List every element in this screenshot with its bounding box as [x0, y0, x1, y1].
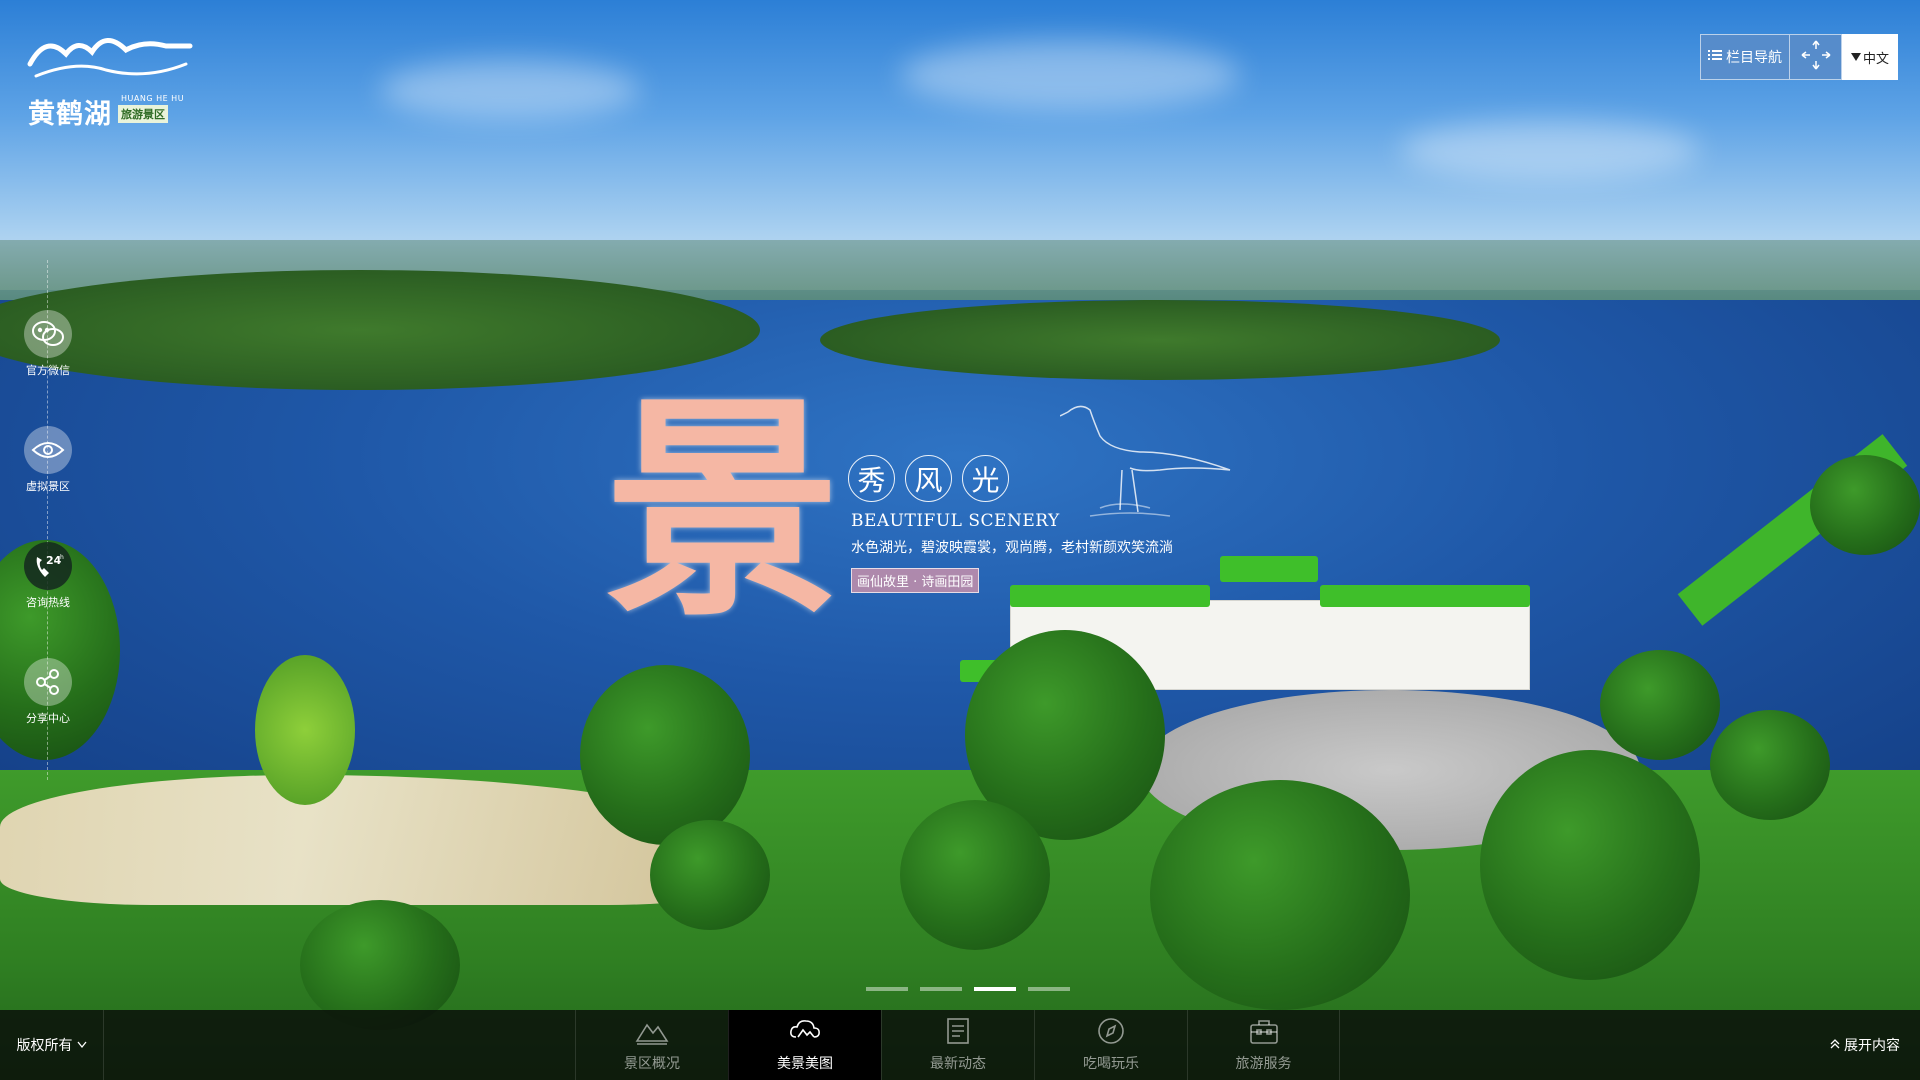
tab-scenic-photos[interactable]: 美景美图	[728, 1010, 881, 1080]
mountain-icon	[635, 1017, 669, 1049]
fullscreen-button[interactable]	[1790, 34, 1842, 80]
phone-24h-icon: 24 h	[24, 542, 72, 590]
sidebar-item-share[interactable]: 分享中心	[20, 658, 76, 726]
tree	[255, 655, 355, 805]
sidebar-item-label: 分享中心	[26, 712, 70, 725]
sidebar-item-label: 虚拟景区	[26, 480, 70, 493]
document-icon	[941, 1017, 975, 1049]
hero-en-title: BEAUTIFUL SCENERY	[851, 511, 1060, 531]
tab-travel-service[interactable]: 旅游服务	[1187, 1010, 1340, 1080]
tab-label: 吃喝玩乐	[1083, 1056, 1139, 1072]
heron-icon	[1060, 405, 1231, 517]
column-nav-label: 栏目导航	[1726, 50, 1782, 66]
island-center	[820, 300, 1500, 380]
building-roof	[1320, 585, 1530, 607]
cloud	[380, 60, 640, 120]
share-icon	[24, 658, 72, 706]
tree	[1480, 750, 1700, 980]
tab-food-fun[interactable]: 吃喝玩乐	[1034, 1010, 1187, 1080]
sidebar-item-wechat[interactable]: 官方微信	[20, 310, 76, 378]
logo-subtitle: 旅游景区	[118, 105, 168, 123]
hero-slogan: 水色湖光，碧波映霞裳，观尚腾，老村新颜欢笑流淌	[851, 540, 1173, 556]
compass-icon	[1094, 1017, 1128, 1049]
building-roof	[1010, 585, 1210, 607]
tab-label: 景区概况	[624, 1056, 680, 1072]
tab-latest-news[interactable]: 最新动态	[881, 1010, 1034, 1080]
tree	[1150, 780, 1410, 1010]
sidebar-item-hotline[interactable]: 24 h 咨询热线	[20, 542, 76, 610]
hero-ring-char: 光	[962, 455, 1009, 502]
copyright-toggle[interactable]: 版权所有	[0, 1010, 104, 1080]
cloud-landscape-icon	[788, 1017, 822, 1049]
language-label: 中文	[1862, 51, 1889, 67]
building-roof	[1220, 556, 1318, 582]
logo-name-en: HUANG HE HU	[121, 94, 185, 103]
carousel-indicators	[866, 987, 1070, 991]
sidebar-item-label: 官方微信	[26, 364, 70, 377]
wechat-icon	[24, 310, 72, 358]
top-nav: 栏目导航 中文	[1700, 34, 1898, 80]
sidebar-item-virtual-tour[interactable]: 虚拟景区	[20, 426, 76, 494]
tree	[1810, 455, 1920, 555]
tree	[1600, 650, 1720, 760]
tab-label: 最新动态	[930, 1056, 986, 1072]
logo-name-cn: 黄鹤湖	[28, 99, 112, 130]
cloud	[1400, 120, 1700, 180]
arrows-expand-icon	[1798, 37, 1834, 77]
tab-label: 美景美图	[777, 1056, 833, 1072]
hero-tag: 画仙故里 · 诗画田园	[851, 568, 980, 593]
copyright-label: 版权所有	[16, 1038, 73, 1054]
column-nav-button[interactable]: 栏目导航	[1700, 34, 1790, 80]
list-icon	[1708, 49, 1722, 65]
hero-ring-row: 秀 风 光	[848, 455, 1009, 502]
caret-down-icon	[1850, 50, 1861, 65]
tree	[650, 820, 770, 930]
hero-ring-char: 风	[905, 455, 952, 502]
chevron-up-icon	[1830, 1037, 1840, 1053]
tree	[1710, 710, 1830, 820]
bottom-tabs: 景区概况 美景美图 最新动态 吃喝玩乐 旅游服务	[575, 1010, 1340, 1080]
sidebar-item-label: 咨询热线	[26, 596, 70, 609]
carousel-dot[interactable]	[866, 987, 908, 991]
tab-label: 旅游服务	[1235, 1056, 1292, 1072]
expand-content-button[interactable]: 展开内容	[1830, 1010, 1900, 1080]
carousel-dot[interactable]	[1028, 987, 1070, 991]
cloud	[900, 40, 1240, 110]
chevron-down-icon	[76, 1037, 87, 1053]
bottom-bar: 版权所有 景区概况 美景美图 最新动态 吃喝玩乐 旅游服务 展开内容	[0, 1010, 1920, 1080]
carousel-dot-active[interactable]	[974, 987, 1016, 991]
language-select[interactable]: 中文	[1842, 34, 1898, 80]
tree	[580, 665, 750, 845]
expand-content-label: 展开内容	[1844, 1038, 1900, 1054]
crane-mountain-logo-icon	[27, 38, 193, 78]
eye-icon	[24, 426, 72, 474]
site-logo[interactable]: 黄鹤湖 HUANG HE HU 旅游景区	[26, 24, 196, 130]
hero-calligraphy: 景	[605, 372, 840, 648]
tree	[900, 800, 1050, 950]
suitcase-icon	[1247, 1017, 1281, 1049]
carousel-dot[interactable]	[920, 987, 962, 991]
svg-text:h: h	[60, 554, 64, 561]
hero-ring-char: 秀	[848, 455, 895, 502]
tab-scenic-overview[interactable]: 景区概况	[575, 1010, 728, 1080]
